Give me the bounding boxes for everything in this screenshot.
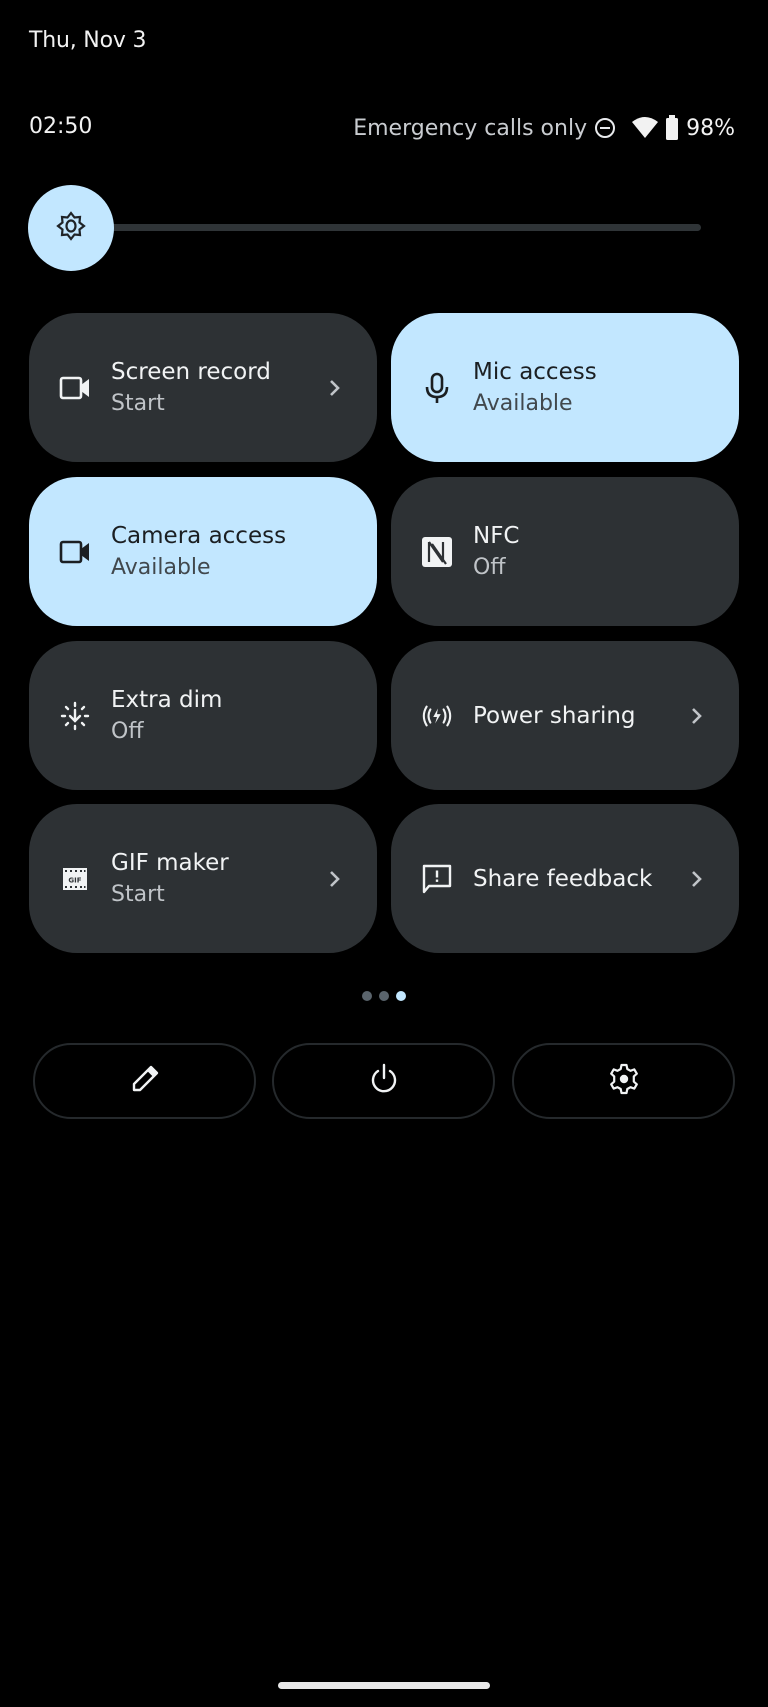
tile-nfc[interactable]: NFC Off — [391, 477, 739, 626]
tile-subtitle: Start — [111, 881, 165, 907]
gesture-navigation-bar[interactable] — [278, 1682, 490, 1689]
page-indicator-dot — [362, 991, 372, 1001]
status-bar: Emergency calls only 98% — [353, 112, 735, 144]
mic-icon — [421, 372, 453, 404]
network-status: Emergency calls only — [353, 115, 588, 141]
do-not-disturb-icon — [593, 116, 617, 140]
tile-title: Mic access — [473, 358, 597, 385]
chevron-right-icon — [687, 706, 707, 726]
nfc-icon — [421, 536, 453, 568]
tile-title: Share feedback — [473, 865, 653, 892]
power-sharing-icon — [421, 700, 453, 732]
chevron-right-icon — [687, 869, 707, 889]
gif-icon: GIF — [59, 863, 91, 895]
tile-title: Camera access — [111, 522, 287, 549]
battery-percent: 98% — [686, 115, 735, 141]
chevron-right-icon — [325, 378, 345, 398]
tile-subtitle: Available — [473, 390, 573, 416]
power-menu-button[interactable] — [272, 1043, 495, 1119]
tile-title: Power sharing — [473, 702, 636, 729]
tile-subtitle: Available — [111, 554, 211, 580]
tile-power-sharing[interactable]: Power sharing — [391, 641, 739, 790]
brightness-icon — [55, 210, 87, 246]
page-indicator-dot — [379, 991, 389, 1001]
videocam-icon — [59, 536, 91, 568]
battery-icon — [665, 115, 679, 141]
wifi-icon — [631, 116, 659, 140]
tile-camera-access[interactable]: Camera access Available — [29, 477, 377, 626]
tile-title: Extra dim — [111, 686, 223, 713]
gear-icon — [608, 1063, 640, 1099]
tile-gif-maker[interactable]: GIF GIF maker Start — [29, 804, 377, 953]
videocam-icon — [59, 372, 91, 404]
tile-title: GIF maker — [111, 849, 229, 876]
pencil-icon — [130, 1064, 160, 1098]
tile-subtitle: Off — [111, 718, 144, 744]
brightness-slider-track[interactable] — [100, 224, 701, 231]
clock-label[interactable]: 02:50 — [29, 114, 92, 139]
svg-text:GIF: GIF — [68, 876, 81, 884]
tile-share-feedback[interactable]: Share feedback — [391, 804, 739, 953]
power-icon — [369, 1063, 399, 1099]
edit-button[interactable] — [33, 1043, 256, 1119]
date-label: Thu, Nov 3 — [29, 28, 147, 53]
tile-mic-access[interactable]: Mic access Available — [391, 313, 739, 462]
tile-title: Screen record — [111, 358, 271, 385]
tile-subtitle: Start — [111, 390, 165, 416]
page-indicator-dot-active — [396, 991, 406, 1001]
tile-screen-record[interactable]: Screen record Start — [29, 313, 377, 462]
tile-subtitle: Off — [473, 554, 506, 580]
tile-title: NFC — [473, 522, 520, 549]
tile-extra-dim[interactable]: Extra dim Off — [29, 641, 377, 790]
chevron-right-icon — [325, 869, 345, 889]
settings-button[interactable] — [512, 1043, 735, 1119]
feedback-icon — [421, 863, 453, 895]
brightness-slider-thumb[interactable] — [28, 185, 114, 271]
extra-dim-icon — [59, 700, 91, 732]
